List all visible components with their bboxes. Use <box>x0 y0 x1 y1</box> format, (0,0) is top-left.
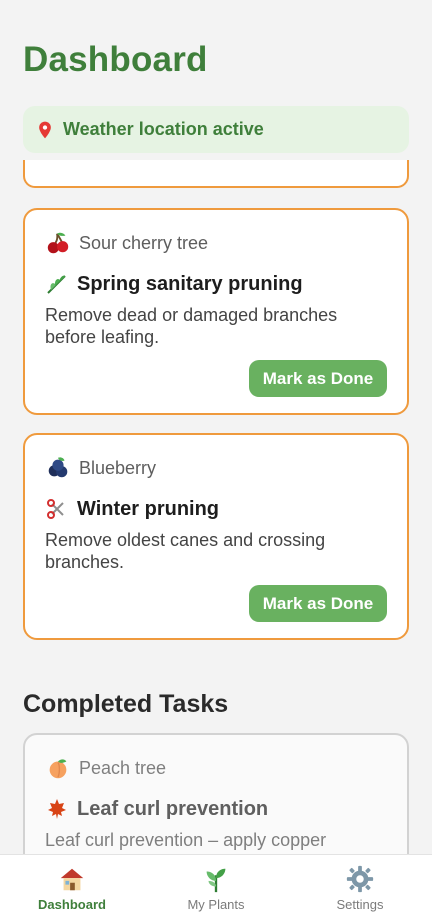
page-title: Dashboard <box>23 40 208 79</box>
plant-name: Blueberry <box>79 457 157 478</box>
task-description: Leaf curl prevention – apply copper <box>45 830 327 850</box>
plant-name: Peach tree <box>79 757 167 778</box>
dashboard-screen: Dashboard Weather location active Sour c… <box>0 0 432 921</box>
task-description: Remove oldest canes and crossing branche… <box>45 530 326 572</box>
maple-leaf-icon <box>48 799 66 819</box>
plant-name-row: Blueberry <box>45 455 156 481</box>
leaf-icon <box>47 275 66 294</box>
plant-name: Sour cherry tree <box>79 232 209 253</box>
mark-as-done-button[interactable]: Mark as Done <box>249 585 387 622</box>
task-title: Spring sanitary pruning <box>77 272 303 295</box>
completed-tasks-title: Completed Tasks <box>23 690 229 718</box>
plant-name-row: Peach tree <box>45 755 166 781</box>
scissors-icon <box>47 499 64 519</box>
nav-item-dashboard[interactable]: Dashboard <box>0 855 144 921</box>
task-title: Leaf curl prevention <box>77 797 269 820</box>
nav-label: My Plants <box>187 897 245 912</box>
blueberry-icon <box>48 457 68 478</box>
bottom-navigation: Dashboard My Plants Settings <box>0 854 432 921</box>
weather-location-text: Weather location active <box>63 119 264 139</box>
nav-label: Settings <box>336 897 384 912</box>
nav-item-settings[interactable]: Settings <box>288 855 432 921</box>
task-title-row: Spring sanitary pruning <box>45 272 303 296</box>
peach-icon <box>49 759 67 779</box>
cherry-icon <box>47 232 69 254</box>
location-pin-icon <box>39 121 51 138</box>
nav-item-my-plants[interactable]: My Plants <box>144 855 288 921</box>
herb-icon <box>206 868 226 893</box>
plant-name-row: Sour cherry tree <box>45 230 208 256</box>
mark-as-done-button[interactable]: Mark as Done <box>249 360 387 397</box>
weather-location-banner: Weather location active <box>23 106 409 153</box>
task-card: Blueberry Winter pruning Remove oldest c… <box>23 433 409 640</box>
task-title-row: Leaf curl prevention <box>45 797 268 821</box>
nav-label: Dashboard <box>38 897 106 912</box>
house-icon <box>60 868 84 891</box>
task-title: Winter pruning <box>77 497 220 520</box>
task-title-row: Winter pruning <box>45 497 219 521</box>
task-description: Remove dead or damaged branches before l… <box>45 305 338 347</box>
gear-icon <box>346 865 374 893</box>
partial-task-card <box>23 160 409 188</box>
task-card: Sour cherry tree Spring sanitary pruning… <box>23 208 409 415</box>
